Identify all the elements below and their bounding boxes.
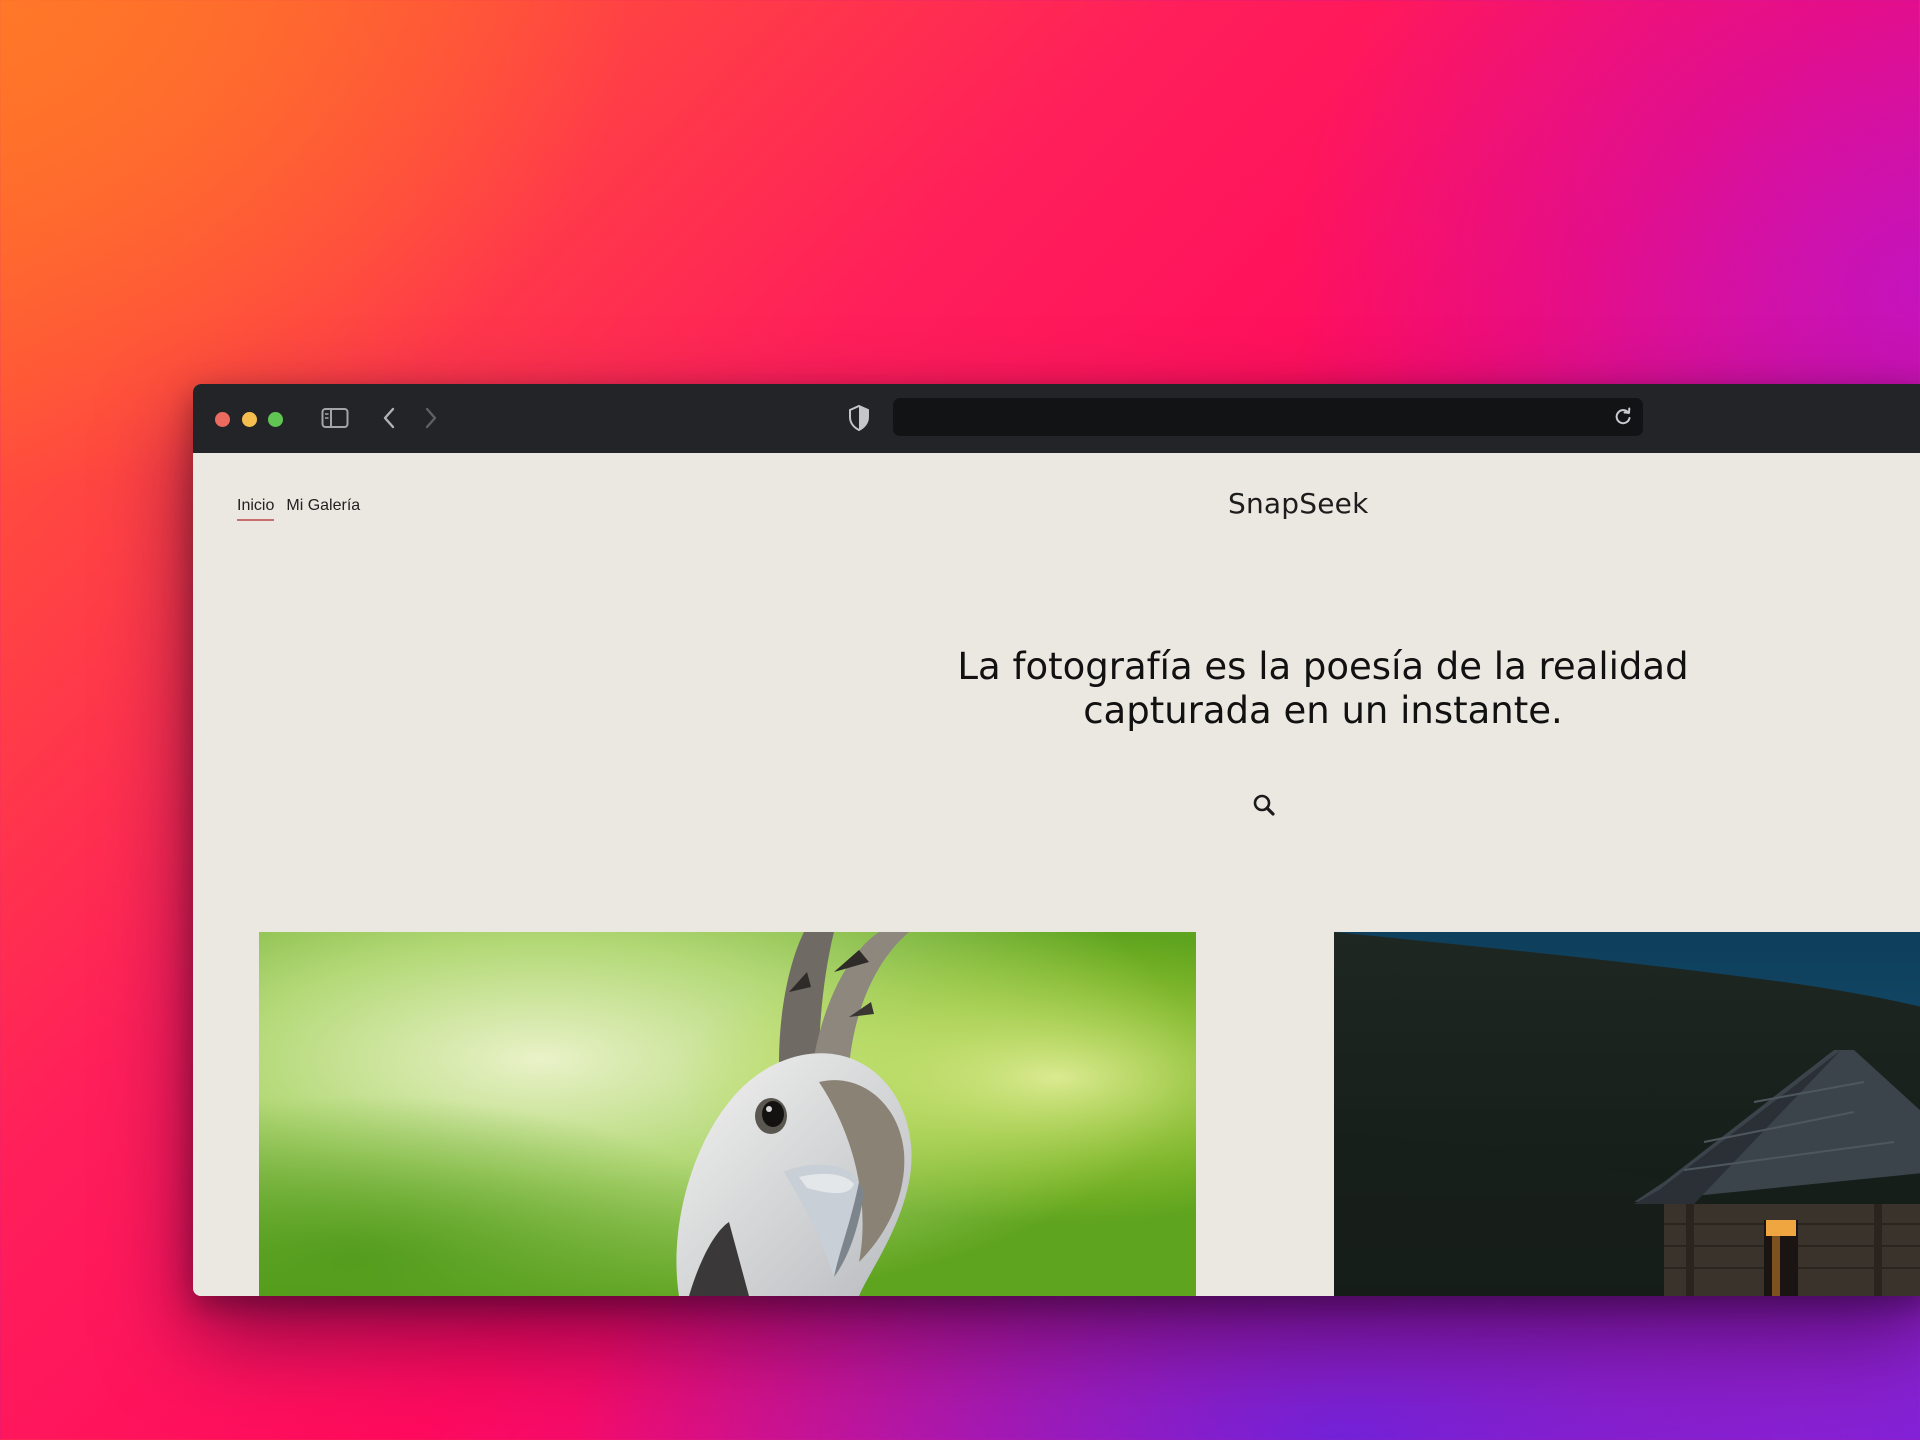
hero-quote-line-2: capturada en un instante. <box>1083 689 1563 732</box>
main-nav: Inicio Mi Galería <box>237 497 360 521</box>
zoom-window-button[interactable] <box>268 412 283 427</box>
address-bar[interactable] <box>893 398 1643 436</box>
nav-link-inicio[interactable]: Inicio <box>237 497 275 521</box>
minimize-window-button[interactable] <box>242 412 257 427</box>
web-page: Inicio Mi Galería SnapSeek La fotografía… <box>193 453 1920 1296</box>
shield-icon[interactable] <box>847 404 871 436</box>
gallery-photo-bird[interactable] <box>259 932 1196 1296</box>
site-logo-text[interactable]: SnapSeek <box>1228 487 1369 520</box>
hero-quote: La fotografía es la poesía de la realida… <box>873 645 1773 733</box>
browser-window: Inicio Mi Galería SnapSeek La fotografía… <box>193 384 1920 1296</box>
hero-quote-line-1: La fotografía es la poesía de la realida… <box>957 645 1689 688</box>
search-button[interactable] <box>1248 789 1284 825</box>
forward-arrow-icon[interactable] <box>423 406 439 434</box>
sidebar-icon[interactable] <box>321 407 349 433</box>
reload-icon[interactable] <box>1613 407 1633 431</box>
back-arrow-icon[interactable] <box>381 406 397 434</box>
close-window-button[interactable] <box>215 412 230 427</box>
gallery-photo-cabin[interactable] <box>1334 932 1920 1296</box>
nav-link-mi-galeria[interactable]: Mi Galería <box>286 497 360 521</box>
search-icon <box>1248 794 1284 829</box>
browser-toolbar <box>193 384 1920 453</box>
